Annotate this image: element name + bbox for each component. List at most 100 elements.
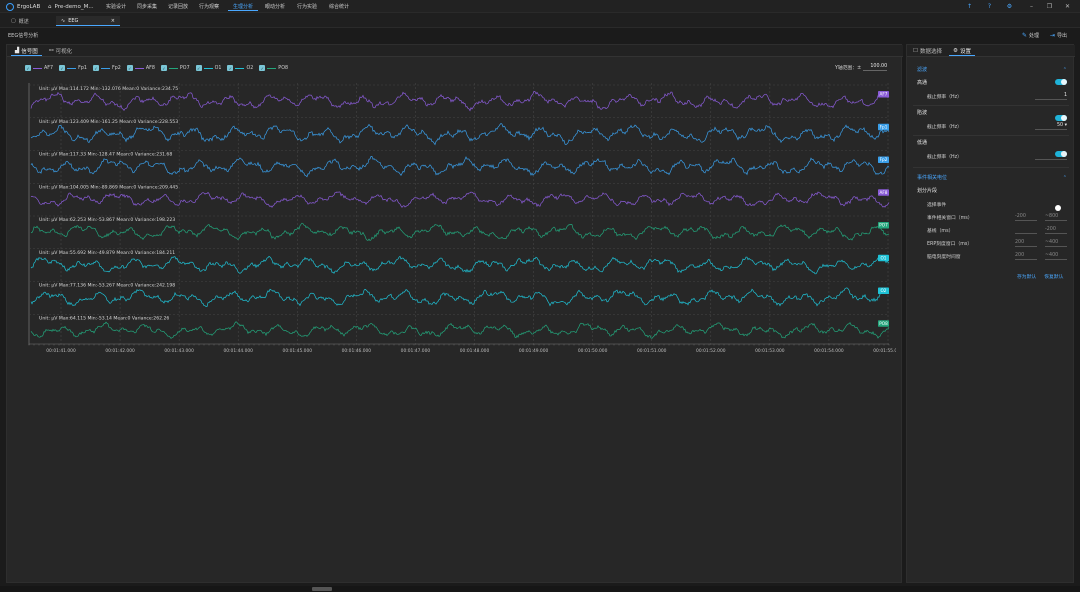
channel-legend: ✓ AF7 ✓ Fp1 ✓ Fp2 ✓ AF8 ✓ PO7 ✓ O1 ✓ O2 ✓ PO8: [25, 64, 288, 72]
legend-checkbox-icon[interactable]: ✓: [195, 65, 202, 71]
lowpass-cutoff-input[interactable]: 70: [1035, 153, 1067, 160]
tab-data-select[interactable]: ☐ 数据选择: [909, 46, 946, 56]
menu-eye-analysis[interactable]: 眼动分析: [262, 2, 288, 11]
legend-item-af7[interactable]: ✓ AF7: [25, 65, 53, 71]
chevron-up-icon[interactable]: ⌃: [1063, 175, 1067, 181]
notch-toggle[interactable]: [1055, 115, 1067, 121]
menu-physio-analysis[interactable]: 生理分析: [228, 2, 258, 11]
tab-label: 信号图: [21, 48, 38, 55]
legend-checkbox-icon[interactable]: ✓: [259, 65, 266, 71]
tab-signal-chart[interactable]: ▟ 信号图: [11, 46, 42, 56]
menu-stats[interactable]: 综合统计: [326, 2, 352, 11]
highpass-toggle[interactable]: [1055, 79, 1067, 85]
legend-item-po8[interactable]: ✓ PO8: [259, 65, 288, 71]
signal-panel: ▟ 信号图 ⚯ 可视化 ✓ AF7 ✓ Fp1 ✓ Fp2 ✓ AF8 ✓ PO7 ✓ O1 ✓ O2 ✓ P…: [6, 44, 903, 583]
legend-item-po7[interactable]: ✓ PO7: [160, 65, 190, 71]
restore-default-button[interactable]: 恢复默认: [1044, 273, 1063, 280]
export-button[interactable]: ⇥ 导出: [1050, 31, 1067, 39]
legend-swatch: [100, 67, 110, 69]
erp-window-start[interactable]: 200: [1015, 240, 1037, 247]
channel-tag-af8: AF8: [878, 189, 889, 196]
legend-swatch: [235, 67, 245, 69]
legend-checkbox-icon[interactable]: ✓: [25, 65, 31, 71]
channel-stats: Unit: μV Max:77.136 Min:-53.267 Mean:0 V…: [39, 283, 175, 289]
settings-tabs: ☐ 数据选择 ⚙ 设置: [907, 45, 1075, 57]
filter-section-header[interactable]: 滤波 ⌃: [917, 65, 1067, 74]
time-axis: 00:01:41.000 00:01:42.000 00:01:43.000 00:0…: [28, 343, 896, 354]
close-icon[interactable]: ✕: [1064, 3, 1071, 10]
menu-sync-capture[interactable]: 同步采集: [134, 2, 160, 11]
legend-item-fp2[interactable]: ✓ Fp2: [92, 65, 121, 71]
notch-cutoff-select[interactable]: 50 ▾: [1035, 123, 1067, 130]
event-window-row: 事件相关窗口（ms） -200 ~800: [927, 213, 1067, 222]
horizontal-scrollbar[interactable]: [312, 587, 332, 591]
legend-item-o1[interactable]: ✓ O1: [195, 65, 222, 71]
tab-overview[interactable]: ▢ 概述: [6, 16, 34, 26]
tab-eeg[interactable]: ∿ EEG ×: [56, 16, 120, 26]
legend-item-o2[interactable]: ✓ O2: [227, 65, 253, 71]
menu-behavior-observe[interactable]: 行为观察: [196, 2, 222, 11]
waveform-af7: [30, 90, 890, 112]
event-window-start[interactable]: -200: [1015, 214, 1037, 221]
baseline-start[interactable]: [1015, 227, 1037, 234]
legend-checkbox-icon[interactable]: ✓: [160, 65, 167, 71]
lowpass-label: 低通: [917, 140, 928, 146]
legend-label: PO8: [278, 65, 289, 71]
legend-checkbox-icon[interactable]: ✓: [126, 65, 133, 71]
tab-label: 设置: [959, 48, 971, 55]
erp-window-end[interactable]: ~400: [1045, 240, 1067, 247]
wave-icon: ∿: [61, 17, 66, 24]
pin-icon[interactable]: ↑: [966, 3, 973, 10]
process-button[interactable]: ✎ 处理: [1022, 31, 1039, 39]
channel-tag-label: O1: [881, 255, 887, 260]
legend-item-af8[interactable]: ✓ AF8: [126, 65, 155, 71]
segment-window-start[interactable]: 200: [1015, 253, 1037, 260]
channel-tag-o2: O2: [878, 287, 889, 295]
title-bar: ErgoLAB ⌂ Pre-demo_M... 实验设计 同步采集 记录回放 行…: [0, 0, 1080, 13]
legend-swatch: [267, 67, 277, 69]
chart-icon: ▟: [15, 47, 20, 54]
breadcrumb: EEG信号分析: [8, 33, 39, 39]
x-tick-label: 00:01:49.000: [519, 348, 549, 354]
y-range-input[interactable]: 100.00: [863, 64, 888, 71]
channel-tag-label: PO8: [879, 321, 888, 326]
logo-icon: [6, 2, 14, 11]
baseline-end[interactable]: -200: [1045, 227, 1067, 234]
restore-icon[interactable]: ❐: [1046, 3, 1053, 10]
eeg-waveform-plot[interactable]: Unit: μV Max:114.172 Min:-132.076 Mean:0…: [21, 79, 896, 347]
save-default-button[interactable]: 存为默认: [1017, 273, 1036, 280]
project-tab[interactable]: ⌂ Pre-demo_M...: [48, 2, 94, 11]
brush-icon: ✎: [1022, 31, 1028, 39]
tab-label: 可视化: [55, 49, 73, 55]
erp-window-label: ERP刻度窗口（ms）: [927, 242, 973, 247]
cutoff-label: 截止频率（Hz）: [927, 95, 962, 100]
menu-experiment-design[interactable]: 实验设计: [103, 2, 129, 11]
help-icon[interactable]: ?: [986, 3, 993, 10]
legend-label: O1: [214, 65, 222, 71]
channel-stats: Unit: μV Max:117.33 Min:-128.47 Mean:0 V…: [39, 152, 172, 158]
minimize-icon[interactable]: –: [1028, 3, 1035, 10]
tab-visualize[interactable]: ⚯ 可视化: [45, 46, 76, 56]
legend-checkbox-icon[interactable]: ✓: [59, 65, 66, 71]
segment-window-end[interactable]: ~400: [1045, 253, 1067, 260]
legend-checkbox-icon[interactable]: ✓: [227, 65, 234, 71]
divider: [913, 105, 1069, 106]
gear-icon[interactable]: ⚙: [1006, 3, 1013, 10]
legend-item-fp1[interactable]: ✓ Fp1: [59, 65, 87, 71]
chevron-up-icon[interactable]: ⌃: [1063, 67, 1067, 73]
event-window-end[interactable]: ~800: [1045, 214, 1067, 221]
channel-tag-label: PO7: [879, 223, 888, 228]
process-label: 处理: [1029, 32, 1040, 39]
legend-checkbox-icon[interactable]: ✓: [92, 65, 99, 71]
waveform-po8: [30, 321, 890, 339]
legend-label: AF8: [145, 65, 155, 71]
close-tab-icon[interactable]: ×: [111, 18, 115, 24]
segment-window-label: 脑电刻度时间窗: [927, 255, 961, 260]
menu-behavior-experiment[interactable]: 行为实验: [294, 2, 320, 11]
select-event-row[interactable]: 选择事件: [927, 200, 1067, 209]
erp-section-header[interactable]: 事件相关电位 ⌃: [917, 173, 1067, 182]
legend-label: O2: [246, 65, 254, 71]
highpass-cutoff-input[interactable]: 1: [1035, 93, 1067, 100]
menu-record-playback[interactable]: 记录回放: [165, 2, 191, 11]
tab-settings[interactable]: ⚙ 设置: [949, 46, 975, 56]
